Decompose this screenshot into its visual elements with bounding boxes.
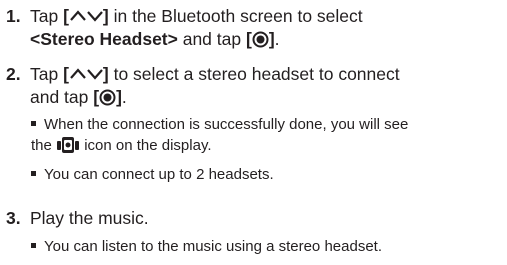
step-3-bullet-1: You can listen to the music using a ster… <box>31 236 382 257</box>
step-text: and tap <box>177 29 246 49</box>
up-down-arrows-icon <box>70 10 103 23</box>
bullet-marker <box>31 242 36 248</box>
step-text: Tap <box>30 6 64 26</box>
instruction-document: 1. Tap [] in the Bluetooth screen to sel… <box>0 0 507 265</box>
bullet-marker <box>31 120 36 126</box>
step-text: to select a stereo headset to connect <box>108 64 400 84</box>
step-2-text: Tap [] to select a stereo headset to con… <box>30 63 400 109</box>
bullet-text: the <box>31 137 57 154</box>
step-1-text: Tap [] in the Bluetooth screen to select… <box>30 5 363 51</box>
select-button-icon <box>99 89 116 106</box>
stereo-headset-icon <box>57 137 80 154</box>
bullet-text: When the connection is successfully done… <box>44 116 409 133</box>
select-button-icon <box>252 31 269 48</box>
step-3-text: Play the music. <box>30 208 149 228</box>
step-number: 2. <box>6 64 21 84</box>
step-text: Tap <box>30 64 64 84</box>
bullet-text: icon on the display. <box>80 137 212 154</box>
step-text: in the Bluetooth screen to select <box>108 6 363 26</box>
step-number: 1. <box>6 6 21 26</box>
bullet-marker <box>31 170 36 176</box>
step-text: . <box>121 87 127 107</box>
bullet-text: You can connect up to 2 headsets. <box>44 166 274 183</box>
up-down-arrows-icon <box>70 68 103 81</box>
step-2-bullet-2: You can connect up to 2 headsets. <box>31 164 274 185</box>
step-2-bullet-1: When the connection is successfully done… <box>31 114 408 156</box>
step-number: 3. <box>6 208 21 228</box>
bullet-text: You can listen to the music using a ster… <box>44 238 382 255</box>
step-text: . <box>274 29 280 49</box>
step-text: and tap <box>30 87 94 107</box>
menu-option-label: <Stereo Headset> <box>30 29 178 49</box>
